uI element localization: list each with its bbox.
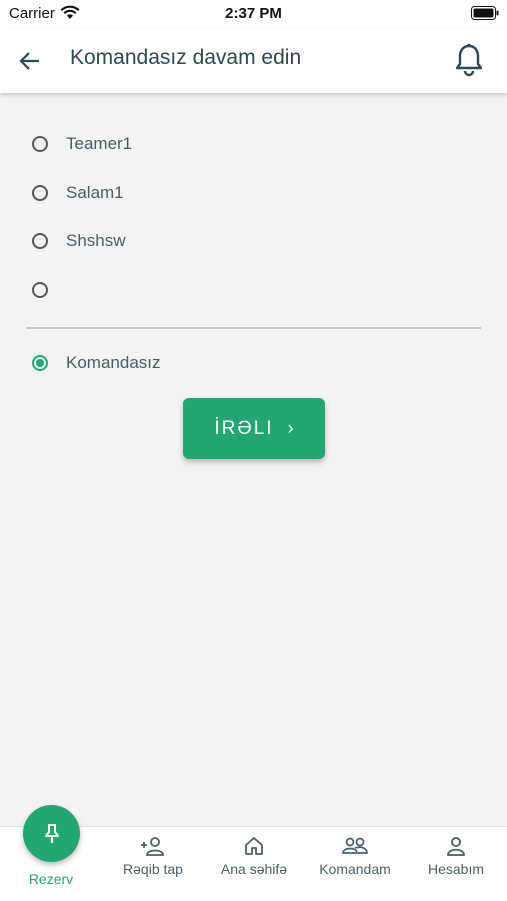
- team-option-label: Shshsw: [66, 231, 126, 250]
- nav-item-account[interactable]: Hesabım: [411, 835, 501, 877]
- divider: [26, 327, 481, 329]
- reserve-label: Rezerv: [28, 871, 74, 887]
- nav-item-label: Komandam: [319, 861, 391, 877]
- nav-item-label: Hesabım: [427, 861, 485, 877]
- team-option[interactable]: [26, 270, 481, 310]
- nav-item-label: Rəqib tap: [123, 861, 183, 877]
- radio-button-selected[interactable]: [32, 355, 48, 371]
- back-button[interactable]: [14, 45, 46, 77]
- page-title: Komandasız davam edin: [70, 46, 302, 69]
- radio-button[interactable]: [32, 282, 48, 298]
- team-option[interactable]: Salam1: [26, 173, 481, 213]
- arrow-left-icon: [19, 52, 39, 70]
- reserve-fab-button[interactable]: [23, 805, 80, 862]
- group-icon: [310, 835, 400, 857]
- no-team-option[interactable]: Komandasız: [26, 343, 481, 383]
- nav-item-my-team[interactable]: Komandam: [310, 835, 400, 877]
- next-button-label: İRƏLI: [214, 417, 274, 439]
- radio-button[interactable]: [32, 185, 48, 201]
- notifications-button[interactable]: [449, 40, 489, 80]
- add-person-icon: [108, 835, 198, 857]
- battery-icon: [471, 6, 499, 25]
- home-icon: [209, 835, 299, 857]
- nav-item-label: Ana səhifə: [220, 861, 288, 877]
- nav-item-find-opponent[interactable]: Rəqib tap: [108, 835, 198, 877]
- no-team-option-label: Komandasız: [66, 353, 161, 372]
- chevron-right-icon: ›: [287, 418, 294, 438]
- pin-icon: [44, 823, 59, 843]
- team-option[interactable]: Teamer1: [26, 124, 481, 164]
- radio-button[interactable]: [32, 136, 48, 152]
- team-option-label: Teamer1: [66, 134, 133, 153]
- person-icon: [411, 835, 501, 857]
- status-time: 2:37 PM: [225, 5, 282, 22]
- team-option[interactable]: Shshsw: [26, 221, 481, 261]
- next-button[interactable]: İRƏLI ›: [183, 398, 325, 459]
- status-bar: Carrier 2:37 PM: [0, 0, 507, 28]
- app-bar: Komandasız davam edin: [0, 28, 507, 93]
- bell-icon: [455, 43, 483, 77]
- radio-button[interactable]: [32, 233, 48, 249]
- nav-item-home[interactable]: Ana səhifə: [209, 835, 299, 877]
- team-option-label: Salam1: [66, 183, 124, 202]
